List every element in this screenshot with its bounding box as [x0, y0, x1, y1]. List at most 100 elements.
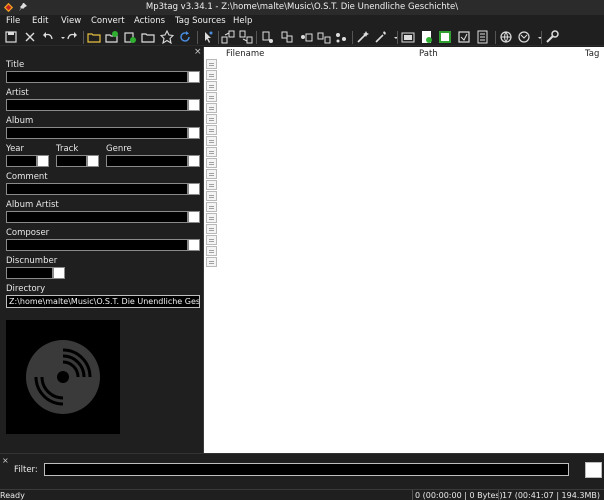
close-icon[interactable]: × [194, 47, 202, 57]
text-file-tag-icon[interactable] [261, 30, 275, 44]
change-directory-icon[interactable] [87, 30, 101, 44]
cover-art[interactable] [6, 320, 120, 434]
genre-dropdown-icon[interactable] [188, 155, 200, 167]
column-header-tag[interactable]: Tag [585, 49, 599, 59]
genre-field[interactable] [106, 155, 188, 167]
composer-field[interactable] [6, 239, 188, 251]
toolbar [0, 29, 604, 46]
save-icon[interactable] [4, 30, 18, 44]
list-item[interactable] [206, 202, 217, 212]
filter-bar: × Filter: [0, 453, 604, 489]
select-icon[interactable] [201, 30, 215, 44]
menu-tag-sources[interactable]: Tag Sources [175, 16, 226, 26]
disc-icon [26, 340, 100, 414]
album-field[interactable] [6, 127, 188, 139]
album-artist-dropdown-icon[interactable] [188, 211, 200, 223]
list-item[interactable] [206, 103, 217, 113]
status-total: 17 (00:41:07 | 194.3MB) [502, 491, 600, 500]
list-item[interactable] [206, 213, 217, 223]
comment-dropdown-icon[interactable] [188, 183, 200, 195]
favorites-icon[interactable] [160, 30, 174, 44]
filter-close-icon[interactable]: × [2, 456, 9, 465]
actions-wand-icon[interactable] [356, 30, 370, 44]
tag-filename-icon[interactable] [221, 30, 235, 44]
list-item[interactable] [206, 70, 217, 80]
cover-icon[interactable] [438, 30, 452, 44]
list-item[interactable] [206, 235, 217, 245]
directory-field[interactable]: Z:\home\malte\Music\O.S.T. Die Unendlich… [6, 295, 200, 308]
composer-dropdown-icon[interactable] [188, 239, 200, 251]
discnumber-field[interactable] [6, 267, 53, 279]
redo-icon[interactable] [65, 30, 79, 44]
cover-web-icon[interactable] [457, 30, 471, 44]
discnumber-dropdown-icon[interactable] [53, 267, 65, 279]
list-item[interactable] [206, 169, 217, 179]
options-wrench-icon[interactable] [545, 30, 559, 44]
composer-label: Composer [6, 228, 50, 238]
undo-icon[interactable] [41, 30, 55, 44]
list-item[interactable] [206, 92, 217, 102]
artist-field[interactable] [6, 99, 188, 111]
year-field[interactable] [6, 155, 37, 167]
list-item[interactable] [206, 125, 217, 135]
folder-icon[interactable] [141, 30, 155, 44]
artist-label: Artist [6, 88, 29, 98]
status-text: Ready [0, 491, 25, 500]
undo-dropdown-icon[interactable] [56, 30, 65, 44]
title-field[interactable] [6, 71, 188, 83]
document-icon[interactable] [476, 30, 490, 44]
toolbar-separator [495, 31, 496, 44]
menu-help[interactable]: Help [233, 16, 252, 26]
list-item[interactable] [206, 180, 217, 190]
auto-numbering-icon[interactable] [317, 30, 331, 44]
refresh-icon[interactable] [178, 30, 192, 44]
list-item[interactable] [206, 81, 217, 91]
menu-edit[interactable]: Edit [32, 16, 48, 26]
status-divider [498, 490, 499, 500]
tag-tag-icon[interactable] [299, 30, 313, 44]
list-item[interactable] [206, 158, 217, 168]
remove-tag-icon[interactable] [23, 30, 37, 44]
comment-field[interactable] [6, 183, 188, 195]
list-item[interactable] [206, 147, 217, 157]
menu-view[interactable]: View [61, 16, 81, 26]
tag-sources-icon[interactable] [499, 30, 513, 44]
filename-tag-icon[interactable] [239, 30, 253, 44]
list-item[interactable] [206, 257, 217, 267]
file-list[interactable]: Filename Path Tag [204, 47, 604, 453]
add-directory-icon[interactable] [105, 30, 119, 44]
tag-sources-dropdown-icon[interactable] [533, 30, 542, 44]
title-dropdown-icon[interactable] [188, 71, 200, 83]
list-item[interactable] [206, 246, 217, 256]
column-header-path[interactable]: Path [419, 49, 438, 59]
freedb-icon[interactable] [517, 30, 531, 44]
export-icon[interactable] [401, 30, 415, 44]
actions-wand-edit-icon[interactable] [374, 30, 388, 44]
playlist-icon[interactable] [420, 30, 434, 44]
menu-convert[interactable]: Convert [91, 16, 125, 26]
list-item[interactable] [206, 191, 217, 201]
album-artist-label: Album Artist [6, 200, 59, 210]
menu-file[interactable]: File [6, 16, 20, 26]
album-artist-field[interactable] [6, 211, 188, 223]
filename-filename-icon[interactable] [280, 30, 294, 44]
menu-bar: File Edit View Convert Actions Tag Sourc… [0, 15, 604, 29]
actions-dropdown-icon[interactable] [389, 30, 398, 44]
list-item[interactable] [206, 114, 217, 124]
filter-label: Filter: [14, 465, 38, 475]
quick-actions-icon[interactable] [334, 30, 348, 44]
list-item[interactable] [206, 59, 217, 69]
artist-dropdown-icon[interactable] [188, 99, 200, 111]
track-field[interactable] [56, 155, 87, 167]
filter-input[interactable] [44, 463, 569, 476]
filter-button[interactable] [585, 462, 602, 478]
track-dropdown-icon[interactable] [87, 155, 99, 167]
year-dropdown-icon[interactable] [37, 155, 49, 167]
list-item[interactable] [206, 136, 217, 146]
list-item[interactable] [206, 224, 217, 234]
album-dropdown-icon[interactable] [188, 127, 200, 139]
row-headers [206, 59, 218, 268]
column-header-filename[interactable]: Filename [226, 49, 264, 59]
menu-actions[interactable]: Actions [134, 16, 165, 26]
add-files-icon[interactable] [123, 30, 137, 44]
